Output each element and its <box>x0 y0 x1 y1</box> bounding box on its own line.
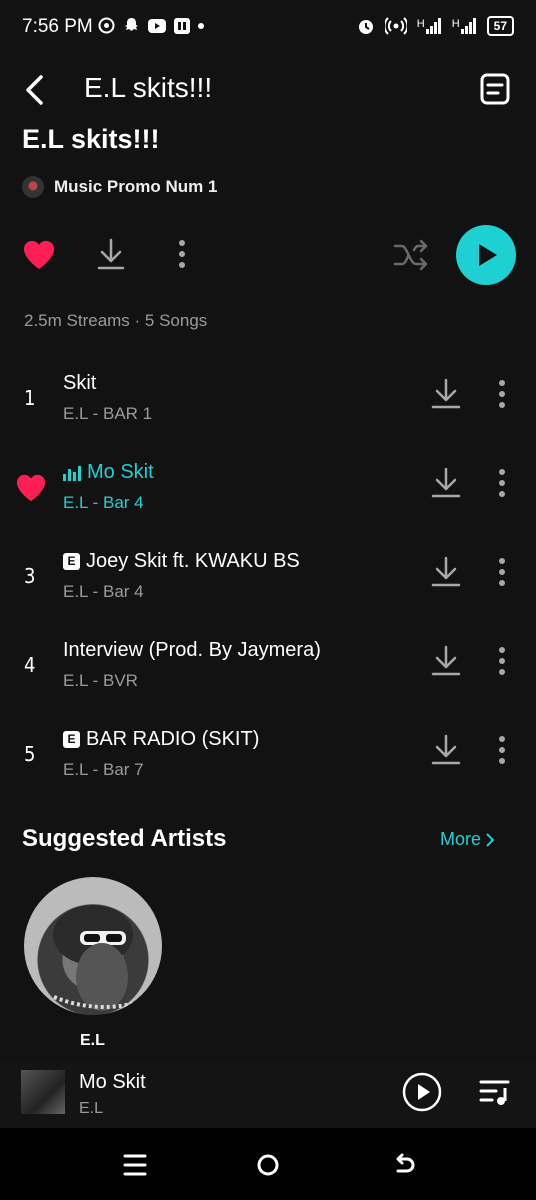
download-icon[interactable] <box>430 467 462 499</box>
chevron-right-icon <box>486 832 495 847</box>
track-title: Interview (Prod. By Jaymera) <box>63 639 321 661</box>
download-icon[interactable] <box>430 734 462 766</box>
track-number: 3 <box>24 564 36 588</box>
owner-name: Music Promo Num 1 <box>54 177 218 196</box>
track-title: E BAR RADIO (SKIT) <box>63 728 259 751</box>
track-liked-heart-icon[interactable] <box>15 473 47 503</box>
explicit-badge: E <box>63 731 80 748</box>
system-navigation-bar <box>0 1128 536 1200</box>
track-row[interactable]: 1 Skit E.L - BAR 1 <box>0 364 536 453</box>
track-row[interactable]: 5 E BAR RADIO (SKIT) E.L - Bar 7 <box>0 720 536 809</box>
artist-name[interactable]: E.L <box>80 1032 105 1050</box>
playlist-menu-icon[interactable] <box>478 70 512 108</box>
playlist-stats: 2.5m Streams · 5 Songs <box>24 311 208 330</box>
track-number: 1 <box>24 386 36 410</box>
now-playing-equalizer-icon <box>63 465 81 481</box>
shuffle-icon[interactable] <box>392 238 430 272</box>
more-options-icon[interactable] <box>172 237 192 271</box>
suggested-more-link[interactable]: More <box>440 829 495 850</box>
track-title: Skit <box>63 372 97 394</box>
alarm-icon <box>358 20 373 34</box>
play-icon <box>479 244 497 266</box>
track-number: 5 <box>24 742 36 766</box>
recent-apps-icon[interactable] <box>120 1150 150 1180</box>
artist-photo <box>53 905 155 1011</box>
playlist-owner[interactable]: Music Promo Num 1 <box>22 176 217 198</box>
track-subtitle: E.L - BVR <box>63 671 138 690</box>
track-more-icon[interactable] <box>492 556 512 588</box>
track-subtitle: E.L - Bar 4 <box>63 582 144 601</box>
track-subtitle: E.L - Bar 4 <box>63 493 144 512</box>
track-subtitle: E.L - BAR 1 <box>63 404 153 423</box>
owner-avatar <box>22 176 44 198</box>
download-icon[interactable] <box>96 237 126 271</box>
mini-play-icon[interactable] <box>402 1072 442 1112</box>
status-time: 7:56 PM <box>22 16 93 37</box>
mini-player-artist: E.L <box>79 1100 104 1117</box>
track-row[interactable]: Mo Skit E.L - Bar 4 <box>0 453 536 542</box>
youtube-icon <box>148 18 166 33</box>
signal-2-icon: H <box>452 18 477 34</box>
hotspot-icon <box>384 17 407 35</box>
signal-1-icon: H <box>417 18 442 34</box>
home-icon[interactable] <box>253 1150 283 1180</box>
download-icon[interactable] <box>430 556 462 588</box>
queue-icon[interactable] <box>478 1076 512 1108</box>
track-title: Mo Skit <box>63 461 154 484</box>
mini-player-title: Mo Skit <box>79 1071 146 1093</box>
whatsapp-icon <box>98 17 115 34</box>
track-number: 4 <box>24 653 36 677</box>
track-title: E Joey Skit ft. KWAKU BS <box>63 550 300 573</box>
track-more-icon[interactable] <box>492 467 512 499</box>
status-bar: 7:56 PM H H 57 <box>0 0 536 52</box>
snapchat-icon <box>125 18 138 31</box>
download-icon[interactable] <box>430 378 462 410</box>
heart-icon[interactable] <box>22 239 56 271</box>
more-notifications-dot <box>198 22 204 29</box>
track-more-icon[interactable] <box>492 378 512 410</box>
mini-player[interactable]: Mo Skit E.L <box>0 1060 536 1128</box>
play-all-button[interactable] <box>456 225 516 285</box>
app-icon <box>174 17 190 34</box>
status-system-icons: H H 57 <box>357 16 514 36</box>
artist-avatar[interactable] <box>24 877 162 1015</box>
status-notification-icons <box>98 17 204 34</box>
battery-icon: 57 <box>486 16 514 36</box>
explicit-badge: E <box>63 553 80 570</box>
playlist-actions <box>0 225 536 285</box>
track-row[interactable]: 3 E Joey Skit ft. KWAKU BS E.L - Bar 4 <box>0 542 536 631</box>
playlist-title: E.L skits!!! <box>22 124 160 154</box>
back-nav-icon[interactable] <box>388 1150 418 1180</box>
track-more-icon[interactable] <box>492 734 512 766</box>
track-subtitle: E.L - Bar 7 <box>63 760 144 779</box>
download-icon[interactable] <box>430 645 462 677</box>
header-title: E.L skits!!! <box>84 72 213 103</box>
mini-player-artwork[interactable] <box>21 1070 65 1114</box>
track-more-icon[interactable] <box>492 645 512 677</box>
track-row[interactable]: 4 Interview (Prod. By Jaymera) E.L - BVR <box>0 631 536 720</box>
back-arrow-icon[interactable] <box>20 72 52 108</box>
suggested-artists-heading: Suggested Artists <box>22 825 227 852</box>
